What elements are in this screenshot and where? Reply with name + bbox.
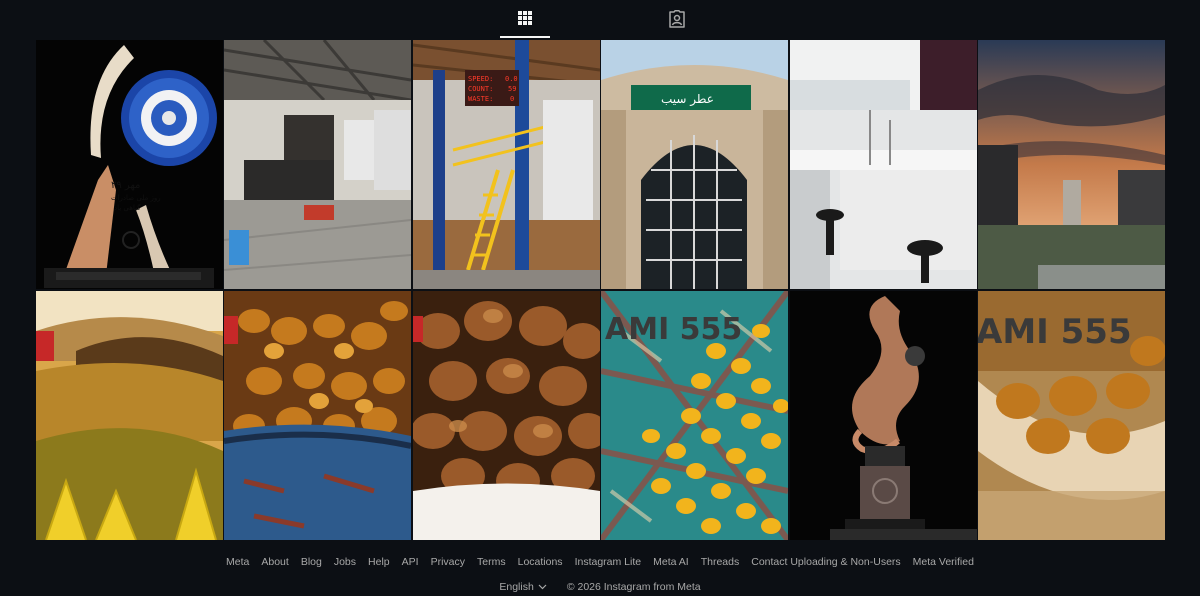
post-thumbnail[interactable] [36,291,223,540]
waste-label: WASTE: [468,95,493,103]
shop-sign-text: عطر سیب [661,92,714,107]
award-trophy-plaque-image: ۲۹ مهر روز ملی صادرات گیاهی باد [36,40,223,289]
waste-value: 0 [510,95,514,103]
factory-machine-image: SPEED: COUNT: WASTE: 0.0 59 0 [412,40,600,289]
post-thumbnail[interactable]: AMI 555 [977,291,1165,540]
count-value: 59 [508,85,516,93]
post-thumbnail[interactable]: SPEED: COUNT: WASTE: 0.0 59 0 [412,40,600,289]
chevron-down-icon [538,584,547,590]
count-label: COUNT: [468,85,493,93]
post-thumbnail[interactable] [224,40,412,289]
factory-interior-image [224,40,412,289]
tab-posts[interactable] [500,0,550,38]
copyright-text: © 2026 Instagram from Meta [566,581,701,593]
laboratory-image [789,40,977,289]
profile-tabs [0,0,1200,38]
building-facade-image: عطر سیب [601,40,789,289]
footer-link-about[interactable]: About [261,556,288,568]
footer-link-contact-uploading[interactable]: Contact Uploading & Non-Users [751,556,900,568]
raisins-spoon-image: AMI 555 [977,291,1165,540]
footer-link-terms[interactable]: Terms [477,556,506,568]
footer-links: Meta About Blog Jobs Help API Privacy Te… [0,556,1200,568]
footer-link-meta-verified[interactable]: Meta Verified [913,556,974,568]
footer-link-privacy[interactable]: Privacy [431,556,465,568]
post-thumbnail[interactable] [224,291,412,540]
footer-link-help[interactable]: Help [368,556,390,568]
speed-label: SPEED: [468,75,493,83]
post-thumbnail[interactable] [412,291,600,540]
grid-icon [518,11,532,25]
post-grid: ۲۹ مهر روز ملی صادرات گیاهی باد SPEED: C… [36,40,1165,541]
footer-link-threads[interactable]: Threads [701,556,740,568]
language-label: English [499,581,534,593]
plaque-subtitle-text: گیاهی باد [114,203,141,212]
footer-link-api[interactable]: API [402,556,419,568]
language-selector[interactable]: English [499,581,547,593]
footer-link-instagram-lite[interactable]: Instagram Lite [575,556,642,568]
plaque-title-text: روز ملی صادرات [111,194,161,202]
tab-tagged[interactable] [652,0,702,38]
brand-label: AMI 555 [978,312,1132,352]
footer-link-jobs[interactable]: Jobs [334,556,356,568]
post-thumbnail[interactable]: AMI 555 [601,291,789,540]
bronze-trophy-image [789,291,977,540]
post-thumbnail[interactable]: ۲۹ مهر روز ملی صادرات گیاهی باد [36,40,223,289]
post-thumbnail[interactable] [789,291,977,540]
tagged-icon [669,10,685,28]
footer-bottom: English © 2026 Instagram from Meta [0,581,1200,593]
post-thumbnail[interactable] [789,40,977,289]
speed-value: 0.0 [505,75,518,83]
monument-sunset-image [977,40,1165,289]
footer-link-locations[interactable]: Locations [518,556,563,568]
footer-link-meta[interactable]: Meta [226,556,249,568]
post-thumbnail[interactable]: عطر سیب [601,40,789,289]
post-thumbnail[interactable] [977,40,1165,289]
golden-raisins-image: AMI 555 [601,291,789,540]
raisins-closeup-image [412,291,600,540]
plaque-date-text: ۲۹ مهر [111,180,140,191]
footer-link-blog[interactable]: Blog [301,556,322,568]
golden-hills-image [36,291,223,540]
brand-label: AMI 555 [605,312,742,347]
footer-link-meta-ai[interactable]: Meta AI [653,556,689,568]
site-footer: Meta About Blog Jobs Help API Privacy Te… [0,556,1200,593]
raisins-bowl-image [224,291,412,540]
